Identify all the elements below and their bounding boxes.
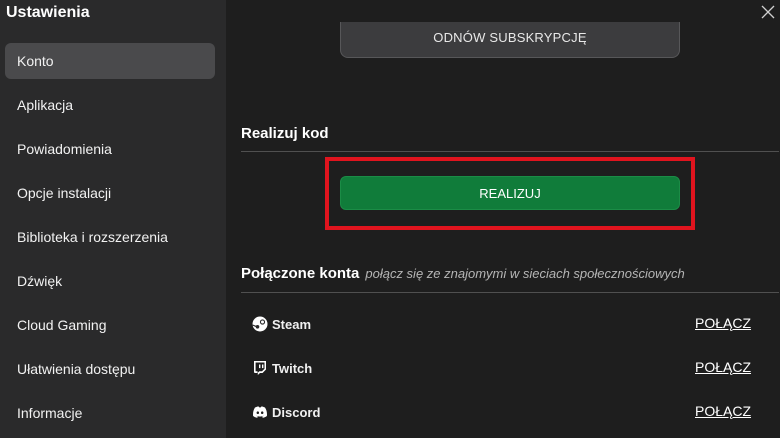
settings-content: ODNÓW SUBSKRYPCJĘ Realizuj kod REALIZUJ … (226, 0, 780, 438)
redeem-button[interactable]: REALIZUJ (340, 176, 680, 210)
sidebar-item-informacje[interactable]: Informacje (5, 395, 215, 431)
settings-title: Ustawienia (6, 4, 90, 21)
sidebar-item-cloud-gaming[interactable]: Cloud Gaming (5, 307, 215, 343)
sidebar-item-ulatwienia-dostepu[interactable]: Ułatwienia dostępu (5, 351, 215, 387)
connect-twitch-link[interactable]: POŁĄCZ (695, 359, 751, 375)
sidebar-item-powiadomienia[interactable]: Powiadomienia (5, 131, 215, 167)
linked-accounts-header: Połączone konta połącz się ze znajomymi … (241, 265, 685, 282)
linked-accounts-subtitle: połącz się ze znajomymi w sieciach społe… (365, 266, 685, 281)
sidebar-item-konto[interactable]: Konto (5, 43, 215, 79)
connect-discord-link[interactable]: POŁĄCZ (695, 403, 751, 419)
account-name-discord: Discord (272, 404, 321, 420)
sidebar-item-dzwiek[interactable]: Dźwięk (5, 263, 215, 299)
sidebar-item-aplikacja[interactable]: Aplikacja (5, 87, 215, 123)
sidebar-item-opcje-instalacji[interactable]: Opcje instalacji (5, 175, 215, 211)
connect-steam-link[interactable]: POŁĄCZ (695, 315, 751, 331)
account-name-steam: Steam (272, 316, 312, 332)
close-button[interactable] (757, 2, 779, 24)
redeem-code-heading: Realizuj kod (241, 125, 329, 142)
section-divider (241, 292, 779, 293)
twitch-icon (254, 361, 266, 375)
section-divider (241, 151, 779, 152)
close-icon (761, 5, 775, 19)
renew-subscription-label: ODNÓW SUBSKRYPCJĘ (433, 30, 587, 45)
sidebar-item-biblioteka[interactable]: Biblioteka i rozszerzenia (5, 219, 215, 255)
account-name-twitch: Twitch (272, 360, 313, 376)
renew-subscription-button[interactable]: ODNÓW SUBSKRYPCJĘ (340, 22, 680, 58)
settings-sidebar: Ustawienia Konto Aplikacja Powiadomienia… (0, 0, 226, 438)
discord-icon (253, 406, 267, 418)
linked-accounts-heading: Połączone konta (241, 265, 360, 282)
steam-icon (252, 316, 268, 332)
